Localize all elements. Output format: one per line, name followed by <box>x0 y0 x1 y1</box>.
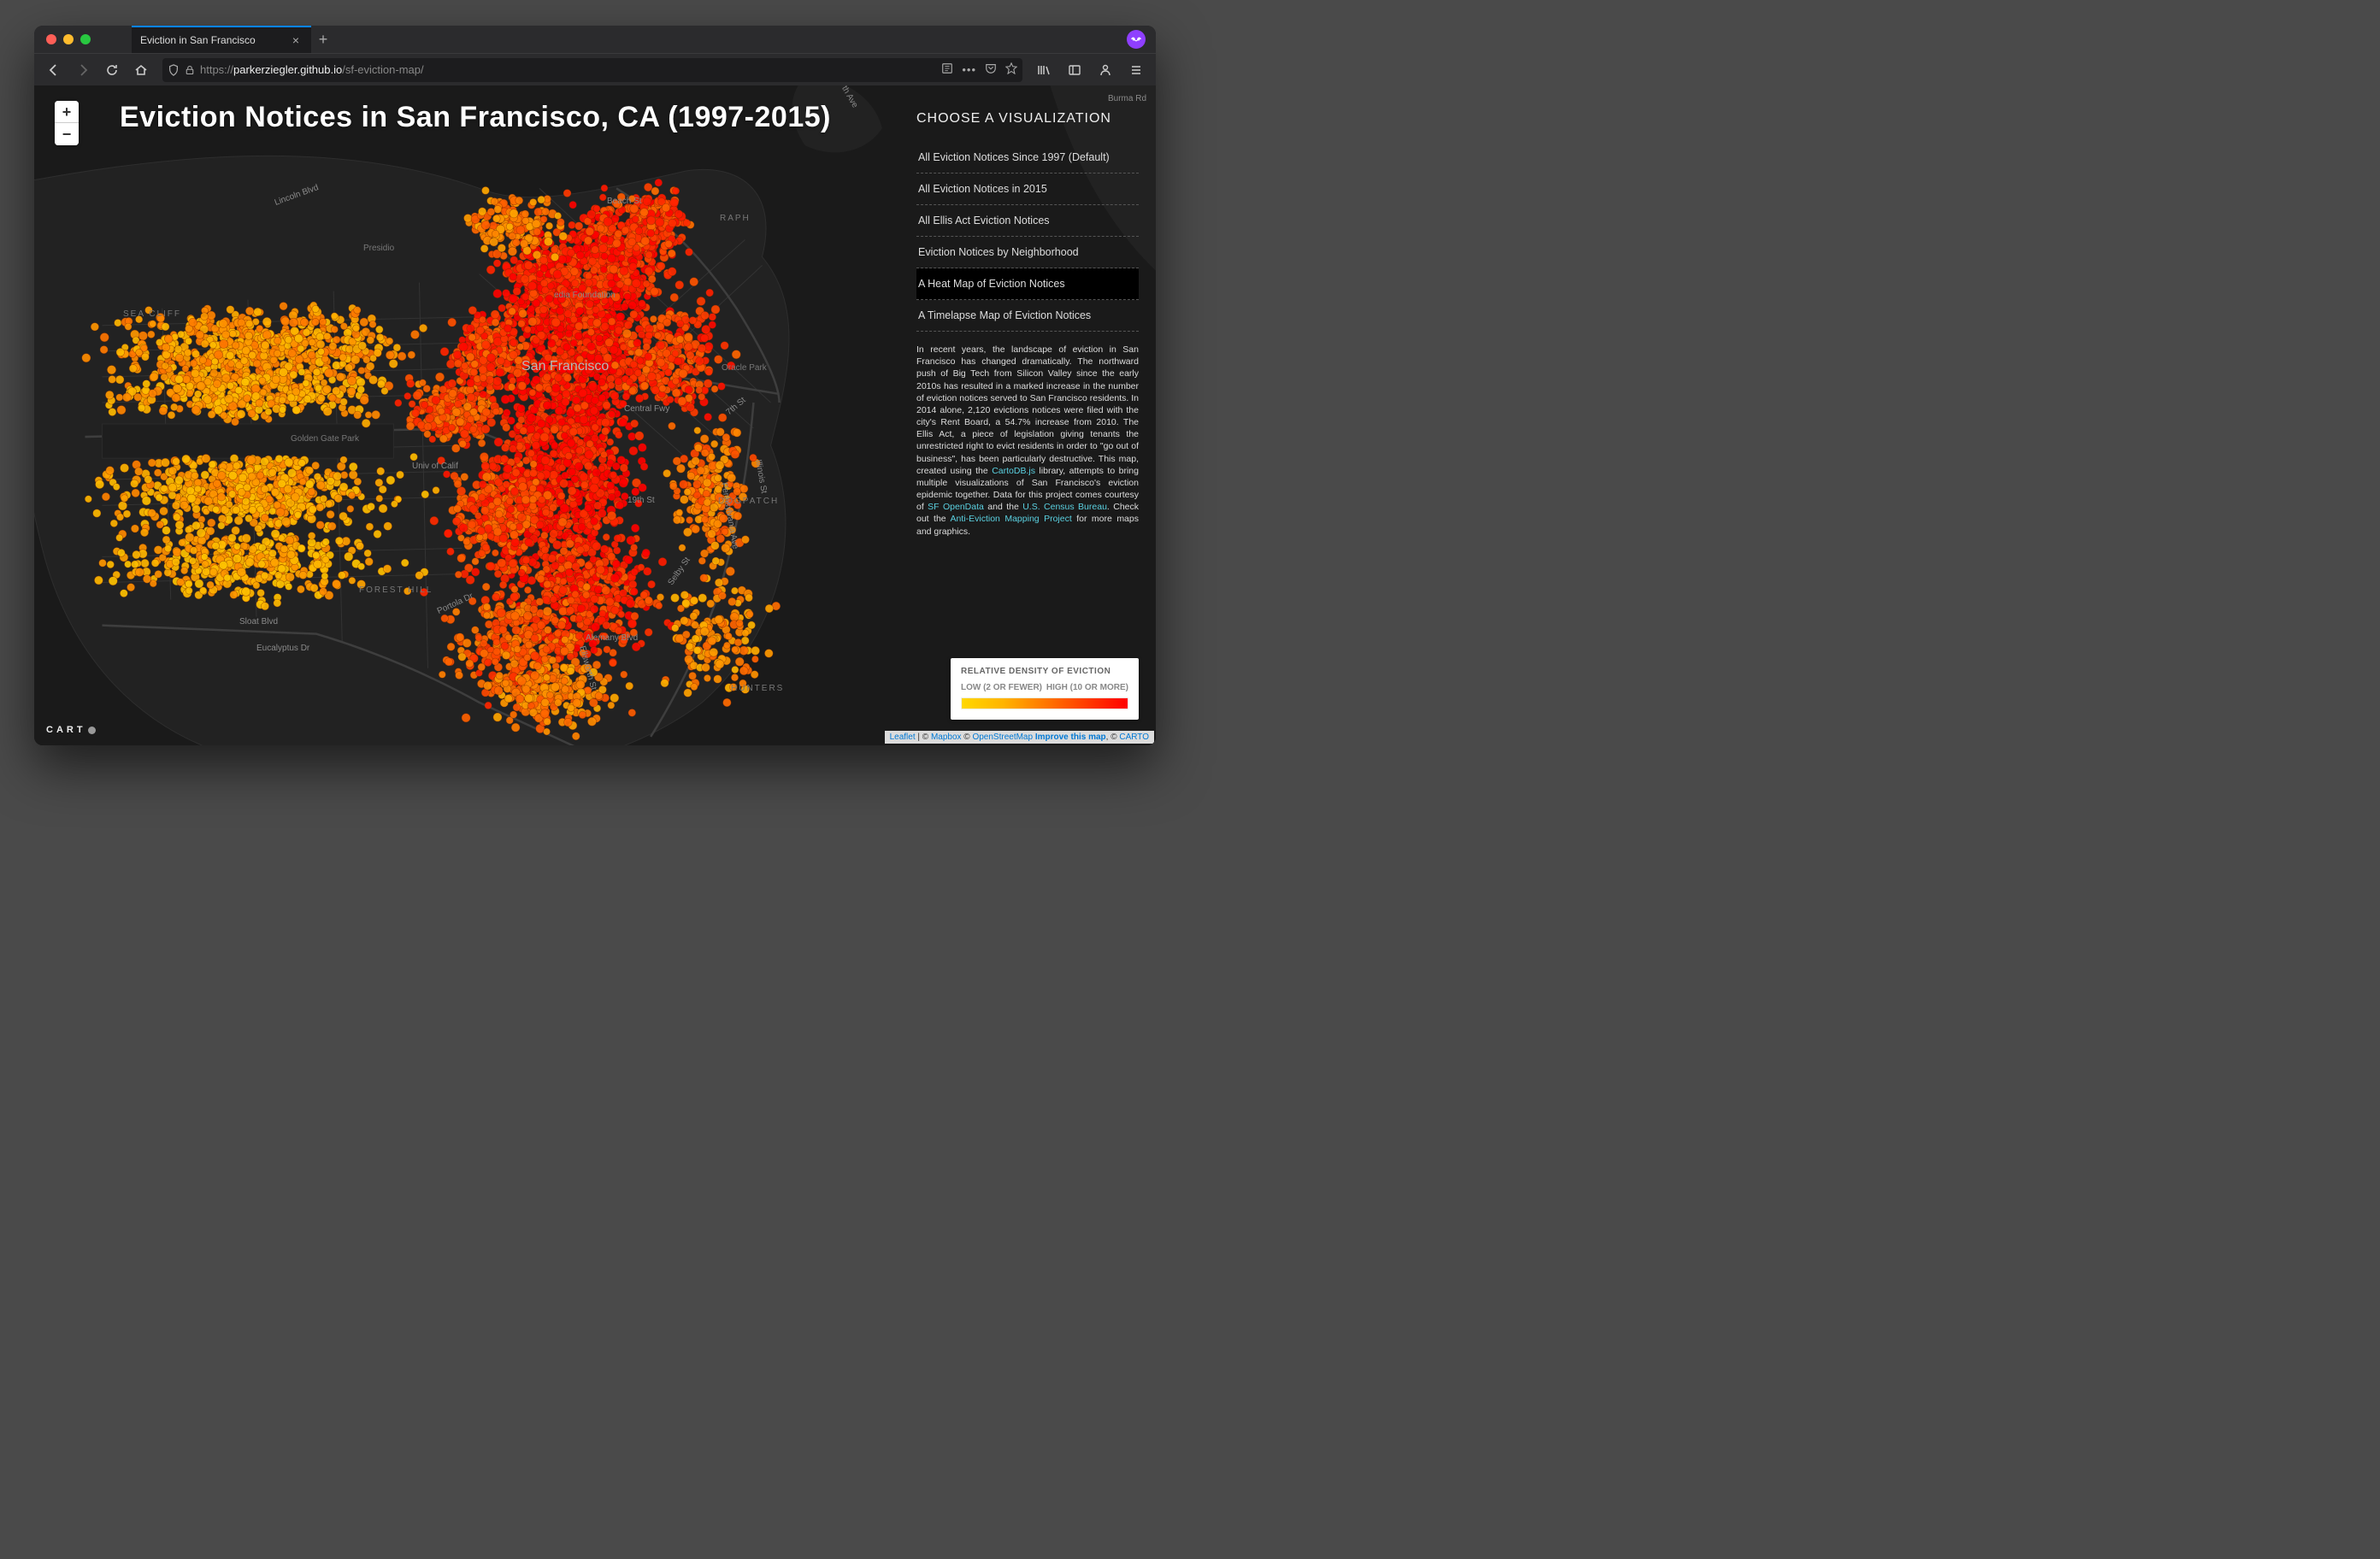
link-census[interactable]: U.S. Census Bureau <box>1022 502 1107 512</box>
reload-button[interactable] <box>99 57 125 83</box>
zoom-control: + − <box>55 101 79 145</box>
viz-option-2[interactable]: All Ellis Act Eviction Notices <box>916 205 1139 237</box>
link-antieviction[interactable]: Anti-Eviction Mapping Project <box>951 514 1072 524</box>
bookmark-icon[interactable] <box>1005 62 1017 77</box>
panel-title: CHOOSE A VISUALIZATION <box>916 111 1139 126</box>
viz-option-1[interactable]: All Eviction Notices in 2015 <box>916 174 1139 205</box>
titlebar: Eviction in San Francisco × + <box>34 26 1156 53</box>
legend: RELATIVE DENSITY OF EVICTION LOW (2 OR F… <box>951 658 1139 720</box>
link-mapbox[interactable]: Mapbox <box>931 732 962 742</box>
reader-mode-icon[interactable] <box>941 62 953 77</box>
home-button[interactable] <box>128 57 154 83</box>
pocket-icon[interactable] <box>985 62 997 77</box>
sidebar-toggle-icon[interactable] <box>1062 57 1087 83</box>
new-tab-button[interactable]: + <box>311 31 335 49</box>
viz-option-5[interactable]: A Timelapse Map of Eviction Notices <box>916 300 1139 332</box>
link-improve-map[interactable]: Improve this map <box>1035 732 1106 742</box>
browser-tab[interactable]: Eviction in San Francisco × <box>132 26 311 53</box>
account-icon[interactable] <box>1093 57 1118 83</box>
map-viewport[interactable]: Presidio SEA CLIFF Golden Gate Park Orac… <box>34 85 1156 745</box>
viz-option-3[interactable]: Eviction Notices by Neighborhood <box>916 237 1139 268</box>
carto-dot-icon <box>88 727 96 734</box>
url-text: https://parkerziegler.github.io/sf-evict… <box>200 63 936 76</box>
window-controls <box>34 34 91 44</box>
forward-button[interactable] <box>70 57 96 83</box>
menu-icon[interactable] <box>1123 57 1149 83</box>
zoom-out-button[interactable]: − <box>55 123 79 145</box>
legend-gradient <box>961 697 1128 709</box>
legend-low-label: LOW (2 OR FEWER) <box>961 683 1042 692</box>
tracking-protection-icon[interactable] <box>168 64 180 76</box>
map-title: Eviction Notices in San Francisco, CA (1… <box>120 101 831 134</box>
carto-logo[interactable]: CART <box>46 725 96 735</box>
browser-window: Eviction in San Francisco × + <box>34 26 1156 745</box>
navbar: https://parkerziegler.github.io/sf-evict… <box>34 53 1156 85</box>
viz-option-4[interactable]: A Heat Map of Eviction Notices <box>916 268 1139 300</box>
panel-description: In recent years, the landscape of evicti… <box>916 344 1139 538</box>
legend-title: RELATIVE DENSITY OF EVICTION <box>961 667 1128 676</box>
link-osm[interactable]: OpenStreetMap <box>972 732 1033 742</box>
maximize-window-button[interactable] <box>80 34 91 44</box>
link-leaflet[interactable]: Leaflet <box>890 732 916 742</box>
link-cartodb[interactable]: CartoDB.js <box>992 466 1035 476</box>
lock-icon[interactable] <box>185 65 195 75</box>
close-tab-button[interactable]: × <box>289 33 303 47</box>
zoom-in-button[interactable]: + <box>55 101 79 123</box>
visualization-panel: CHOOSE A VISUALIZATION All Eviction Noti… <box>916 111 1139 538</box>
minimize-window-button[interactable] <box>63 34 74 44</box>
viz-options-list: All Eviction Notices Since 1997 (Default… <box>916 142 1139 332</box>
close-window-button[interactable] <box>46 34 56 44</box>
legend-high-label: HIGH (10 OR MORE) <box>1046 683 1128 692</box>
private-browsing-icon <box>1127 30 1146 49</box>
library-icon[interactable] <box>1031 57 1057 83</box>
page-actions-icon[interactable]: ••• <box>962 63 976 76</box>
link-carto[interactable]: CARTO <box>1119 732 1149 742</box>
tab-title: Eviction in San Francisco <box>140 34 289 46</box>
back-button[interactable] <box>41 57 67 83</box>
viz-option-0[interactable]: All Eviction Notices Since 1997 (Default… <box>916 142 1139 174</box>
link-sfopendata[interactable]: SF OpenData <box>928 502 984 512</box>
url-bar[interactable]: https://parkerziegler.github.io/sf-evict… <box>162 58 1022 82</box>
map-attribution: Leaflet | © Mapbox © OpenStreetMap Impro… <box>885 731 1154 744</box>
